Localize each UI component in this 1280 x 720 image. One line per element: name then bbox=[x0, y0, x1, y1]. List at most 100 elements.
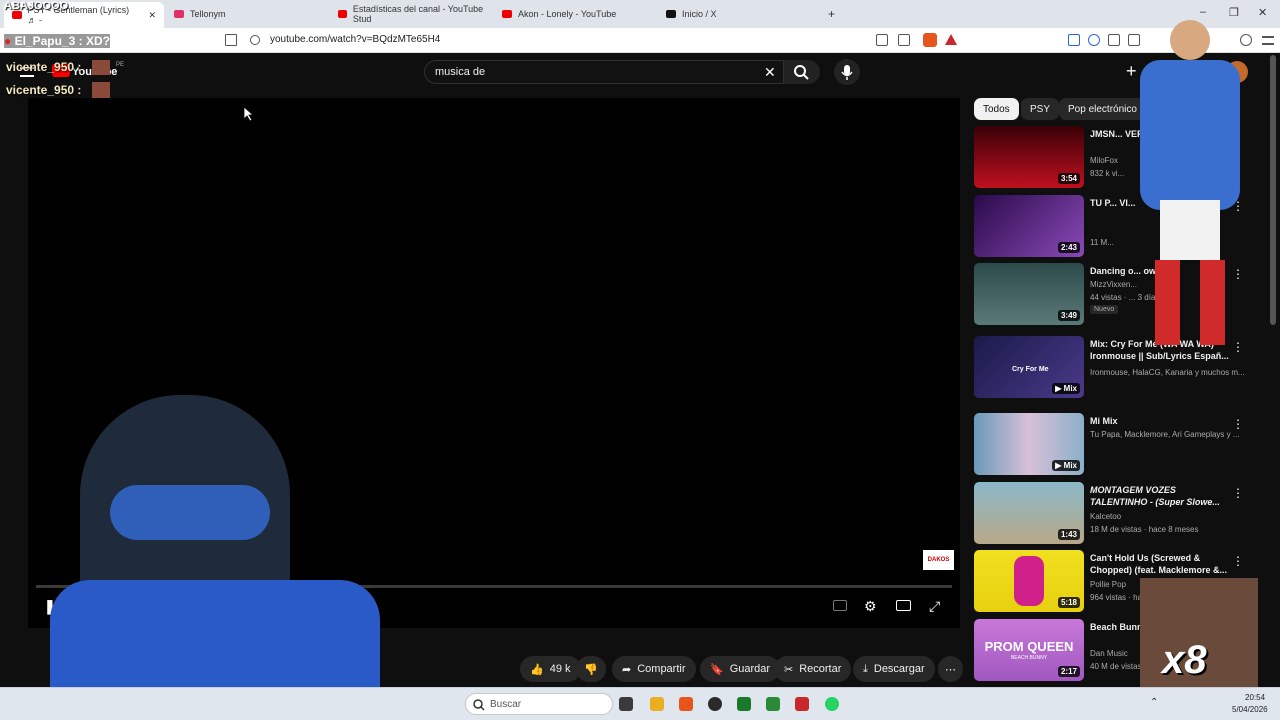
channel-name: Tu Papa, Macklemore, Ari Gameplays y ... bbox=[1090, 430, 1240, 439]
extensions-puzzle-icon[interactable] bbox=[1108, 34, 1120, 46]
extension-icon[interactable] bbox=[1088, 34, 1100, 46]
address-bar-row: youtube.com/watch?v=BQdzMTe65H4 bbox=[0, 28, 1280, 53]
video-thumbnail[interactable]: ▶ Mix bbox=[974, 413, 1084, 475]
file-explorer-icon[interactable] bbox=[650, 697, 664, 711]
app-icon[interactable] bbox=[708, 697, 722, 711]
sticker-shorts bbox=[1160, 200, 1220, 260]
mouse-cursor-icon bbox=[244, 107, 254, 121]
chat-emote bbox=[92, 60, 110, 75]
sticker-head bbox=[1170, 20, 1210, 60]
video-title[interactable]: MONTAGEM VOZES TALENTINHO - (Super Slowe… bbox=[1090, 484, 1230, 508]
dislike-button[interactable]: 👎 bbox=[576, 656, 606, 682]
sticker-body bbox=[1140, 60, 1240, 210]
new-tab-button[interactable]: + bbox=[828, 4, 835, 24]
webcam-shirt bbox=[50, 580, 380, 687]
more-options-icon[interactable]: ⋮ bbox=[1232, 554, 1244, 568]
share-icon[interactable] bbox=[898, 34, 910, 46]
clock-time[interactable]: 20:54 bbox=[1245, 693, 1265, 702]
meme-overlay: x8 bbox=[1140, 578, 1258, 688]
brave-browser-icon[interactable] bbox=[679, 697, 693, 711]
list-item[interactable]: ▶ Mix Mi Mix Tu Papa, Macklemore, Ari Ga… bbox=[974, 413, 1264, 477]
tab-akon-lonely[interactable]: Akon - Lonely - YouTube bbox=[502, 4, 652, 24]
url-field[interactable]: youtube.com/watch?v=BQdzMTe65H4 bbox=[270, 34, 440, 45]
search-button[interactable] bbox=[784, 60, 820, 84]
more-options-icon[interactable]: ⋮ bbox=[1232, 417, 1244, 431]
terminal-icon[interactable] bbox=[737, 697, 751, 711]
settings-gear-icon[interactable]: ⚙ bbox=[864, 598, 877, 615]
tab-x-home[interactable]: Inicio / X bbox=[666, 4, 816, 24]
whatsapp-icon[interactable] bbox=[825, 697, 839, 711]
share-label: Compartir bbox=[637, 663, 686, 675]
sticker-boot bbox=[1155, 260, 1180, 345]
search-input-value: musica de bbox=[435, 66, 486, 78]
voice-search-button[interactable] bbox=[834, 59, 860, 85]
clip-button[interactable]: ✂ Recortar bbox=[774, 656, 852, 682]
video-thumbnail[interactable]: 1:43 bbox=[974, 482, 1084, 544]
mix-badge: ▶ Mix bbox=[1052, 460, 1080, 471]
subtitles-icon[interactable] bbox=[833, 600, 847, 611]
multiplier-text: x8 bbox=[1162, 638, 1207, 682]
video-thumbnail[interactable]: PROM QUEEN BEACH BUNNY 2:17 bbox=[974, 619, 1084, 681]
download-button[interactable]: ⤓ Descargar bbox=[853, 656, 935, 682]
channel-name[interactable]: MiloFox bbox=[1090, 156, 1118, 165]
more-options-icon[interactable]: ⋮ bbox=[1232, 486, 1244, 500]
like-button[interactable]: 👍 49 k bbox=[520, 656, 581, 682]
video-thumbnail[interactable]: 2:43 bbox=[974, 195, 1084, 257]
tab-label: Akon - Lonely - YouTube bbox=[518, 9, 617, 19]
video-thumbnail[interactable]: 3:49 bbox=[974, 263, 1084, 325]
chat-username: ● bbox=[4, 34, 12, 48]
video-thumbnail[interactable]: Cry For Me ▶ Mix bbox=[974, 336, 1084, 398]
tab-youtube-studio[interactable]: Estadísticas del canal - YouTube Stud bbox=[338, 4, 488, 24]
thumbs-down-icon: 👎 bbox=[584, 663, 598, 676]
brave-rewards-icon[interactable] bbox=[945, 34, 957, 45]
extension-icon[interactable] bbox=[1068, 34, 1080, 46]
chip-todos[interactable]: Todos bbox=[974, 98, 1019, 120]
maximize-button[interactable]: ❐ bbox=[1229, 6, 1239, 19]
video-title[interactable]: Can't Hold Us (Screwed & Chopped) (feat.… bbox=[1090, 552, 1230, 576]
video-title[interactable]: Mi Mix bbox=[1090, 415, 1230, 427]
download-label: Descargar bbox=[873, 663, 925, 675]
theater-mode-icon[interactable] bbox=[896, 600, 911, 611]
close-icon[interactable]: ✕ bbox=[148, 10, 156, 21]
mix-badge: ▶ Mix bbox=[1052, 383, 1080, 394]
taskbar-search[interactable]: Buscar bbox=[465, 693, 613, 715]
close-window-button[interactable]: ✕ bbox=[1258, 6, 1267, 19]
thumbnail-text: PROM QUEEN bbox=[984, 639, 1074, 654]
channel-name[interactable]: Kalcetoo bbox=[1090, 512, 1121, 521]
video-meta: 11 M... bbox=[1090, 238, 1114, 247]
tab-label: Tellonym bbox=[190, 9, 226, 19]
minimize-button[interactable]: – bbox=[1200, 6, 1206, 18]
app-icon[interactable] bbox=[766, 697, 780, 711]
face-paint bbox=[110, 485, 270, 540]
share-button[interactable]: ➦ Compartir bbox=[612, 656, 696, 682]
chip-psy[interactable]: PSY bbox=[1021, 98, 1060, 120]
clock-date[interactable]: 5/04/2026 bbox=[1232, 705, 1268, 714]
video-thumbnail[interactable]: 3:54 bbox=[974, 126, 1084, 188]
bookmark-icon[interactable] bbox=[225, 34, 237, 46]
youtube-icon bbox=[338, 10, 347, 18]
app-icon[interactable] bbox=[795, 697, 809, 711]
fullscreen-icon[interactable]: ⤢ bbox=[929, 598, 940, 615]
channel-name[interactable]: Pollie Pop bbox=[1090, 580, 1126, 589]
save-button[interactable]: 🔖 Guardar bbox=[700, 656, 781, 682]
bookmark-icon: 🔖 bbox=[710, 663, 724, 676]
duration-badge: 2:43 bbox=[1057, 242, 1080, 253]
site-info-icon[interactable] bbox=[250, 35, 260, 45]
search-input[interactable]: musica de ✕ bbox=[424, 60, 784, 84]
windows-taskbar: Buscar ⌃ 20:54 5/04/2026 bbox=[0, 687, 1280, 720]
scrollbar[interactable] bbox=[1270, 55, 1276, 325]
task-view-icon[interactable] bbox=[619, 697, 633, 711]
list-item[interactable]: 1:43 MONTAGEM VOZES TALENTINHO - (Super … bbox=[974, 482, 1264, 546]
video-thumbnail[interactable]: 5:18 bbox=[974, 550, 1084, 612]
clear-icon[interactable]: ✕ bbox=[764, 64, 776, 81]
chevron-up-icon[interactable]: ⌃ bbox=[1150, 697, 1158, 708]
tab-tellonym[interactable]: Tellonym bbox=[174, 4, 324, 24]
menu-icon[interactable] bbox=[1262, 36, 1274, 45]
brave-shields-icon[interactable] bbox=[923, 33, 937, 47]
channel-name[interactable]: Dan Music bbox=[1090, 649, 1128, 658]
thumbs-up-icon: 👍 bbox=[530, 663, 544, 676]
more-actions-button[interactable]: ⋯ bbox=[938, 656, 963, 682]
cast-icon[interactable] bbox=[876, 34, 888, 46]
stream-overlay-text: ABAJOOOO bbox=[4, 0, 69, 12]
chat-user-line: ● El_Papu_3 : XD? bbox=[4, 34, 110, 48]
